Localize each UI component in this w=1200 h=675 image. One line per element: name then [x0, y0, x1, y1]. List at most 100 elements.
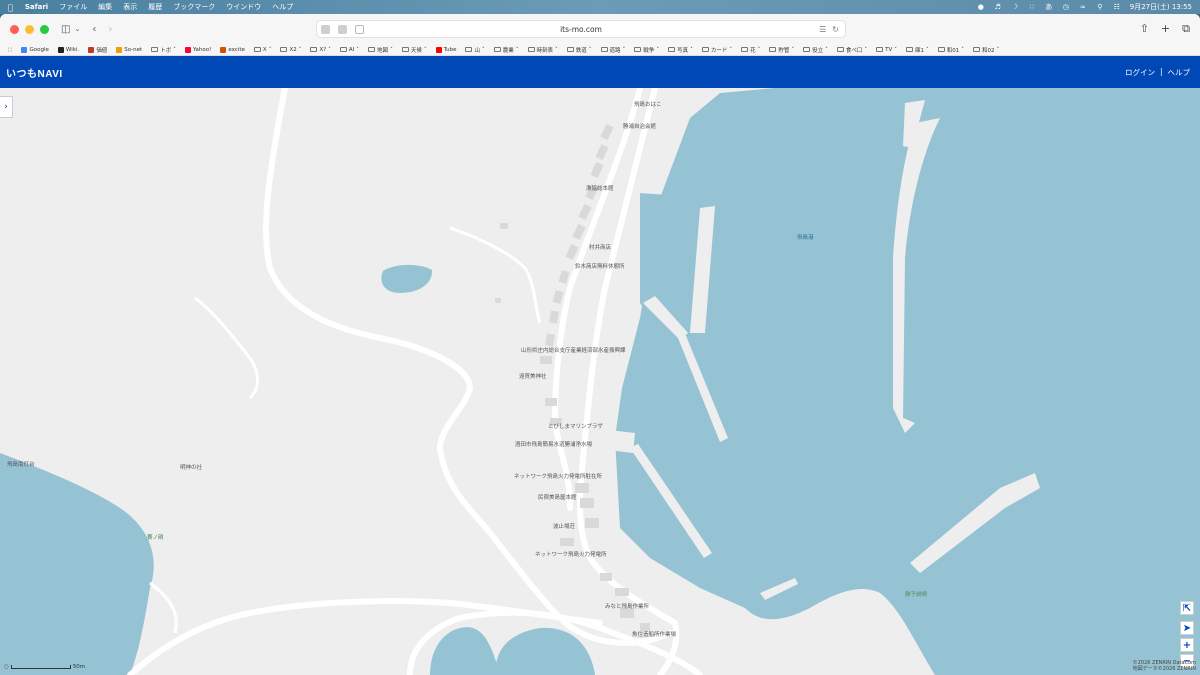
bookmark-item[interactable]: 庫1 ˅ — [906, 46, 929, 54]
bookmark-item[interactable]: X2 ˅ — [280, 47, 301, 53]
bookmark-item[interactable]: 価値 — [88, 46, 107, 54]
url-text[interactable]: its-mo.com — [560, 25, 602, 34]
bookmark-item[interactable]: Yahoo! — [184, 46, 211, 53]
menu-bookmarks[interactable]: ブックマーク — [173, 2, 215, 12]
map-label[interactable]: 飛島南灯台 — [7, 460, 35, 468]
bookmark-item[interactable]: 食べ口 ˅ — [836, 46, 867, 54]
bookmark-item[interactable]: Google — [21, 46, 49, 53]
map-label[interactable]: 鈴木商店無料休憩所 — [575, 262, 625, 270]
extension-icon[interactable] — [321, 24, 330, 34]
current-location-button[interactable]: ➤ — [1180, 621, 1194, 635]
map-label[interactable]: 鼓子前崎 — [905, 590, 927, 598]
clock-icon[interactable]: ◷ — [1062, 3, 1070, 11]
new-tab-icon[interactable]: + — [1161, 22, 1170, 36]
menu-safari[interactable]: Safari — [25, 3, 48, 11]
back-button[interactable]: ‹ — [92, 24, 96, 35]
bookmark-item[interactable]: トボ ˅ — [151, 46, 176, 54]
bookmark-item[interactable]: 農業 ˅ — [493, 46, 519, 54]
map-label[interactable]: 賽ノ磧 — [147, 533, 164, 541]
reload-icon[interactable]: ↻ — [832, 25, 839, 34]
bookmark-item[interactable]: excite — [220, 46, 245, 53]
bookmark-item[interactable]: 戦争 ˅ — [634, 46, 659, 54]
bookmark-item[interactable]: X ˅ — [253, 47, 271, 53]
bookmark-item[interactable]: So-net — [116, 46, 142, 53]
map-label[interactable]: 山形県庄内総合支庁産業経済部水産振興課 — [521, 346, 626, 354]
map-label[interactable]: とびしまマリンプラザ — [548, 422, 603, 430]
folder-icon — [668, 47, 676, 52]
bookmark-item[interactable]: 和01 ˅ — [937, 46, 965, 54]
bookmark-item[interactable]: TV ˅ — [876, 47, 897, 53]
map-label[interactable]: 勝浦自治会館 — [623, 122, 656, 130]
bookmark-item[interactable]: 花 ˅ — [741, 46, 760, 54]
menu-file[interactable]: ファイル — [59, 2, 87, 12]
menu-history[interactable]: 履歴 — [148, 2, 162, 12]
close-window-button[interactable] — [10, 24, 19, 34]
menubar-datetime[interactable]: 9月27日(土) 13:55 — [1130, 2, 1192, 12]
bookmark-item[interactable]: 道路 ˅ — [600, 46, 625, 54]
fullscreen-button[interactable]: ⇱ — [1180, 601, 1194, 615]
bookmark-item[interactable]: Wiki. — [57, 46, 79, 53]
address-bar[interactable]: its-mo.com ☰ ↻ — [316, 20, 846, 38]
map-label[interactable]: 明神の社 — [180, 463, 202, 471]
bookmark-item[interactable]: 天候 ˅ — [401, 46, 427, 54]
minimize-window-button[interactable] — [25, 24, 34, 34]
folder-icon — [310, 47, 318, 52]
bookmark-item[interactable]: 貯管 ˅ — [769, 46, 794, 54]
zoom-in-button[interactable]: + — [1180, 638, 1194, 652]
menu-window[interactable]: ウインドウ — [226, 2, 261, 12]
apple-menu-icon[interactable]:  — [8, 3, 13, 12]
map-canvas[interactable]: › 勝浦自治会館漁協総本館村井商店鈴木商店無料休憩所山形県庄内総合支庁産業経済部… — [0, 88, 1200, 675]
map-label[interactable]: 波止場荘 — [553, 522, 575, 530]
share-icon[interactable]: ⇧ — [1140, 22, 1149, 36]
bookmark-item[interactable]: X? ˅ — [310, 47, 331, 53]
translate-icon[interactable]: ☰ — [819, 25, 826, 34]
site-logo[interactable]: いつもNAVI — [6, 65, 63, 80]
map-label[interactable]: 遠賀美神社 — [519, 372, 547, 380]
help-link[interactable]: ヘルプ — [1168, 67, 1191, 78]
tab-overview-icon[interactable]: ⧉ — [1182, 22, 1190, 36]
wifi-icon[interactable]: ≈ — [1079, 3, 1087, 11]
bookmark-item[interactable]: Tube — [435, 46, 456, 53]
map-label[interactable]: 飛島港 — [797, 233, 814, 241]
sidebar-toggle-icon[interactable]: ◫ — [61, 24, 70, 35]
menu-view[interactable]: 表示 — [123, 2, 137, 12]
bookmark-item[interactable]: 鉄道 ˅ — [566, 46, 592, 54]
bookmark-item[interactable]: 役立 ˅ — [803, 46, 828, 54]
menu-edit[interactable]: 編集 — [98, 2, 112, 12]
bookmark-item[interactable]: 地図 ˅ — [368, 46, 393, 54]
map-label[interactable]: ネットワーク飛島火力発電所駐在所 — [514, 472, 602, 480]
moon-icon[interactable]: ☽ — [1011, 3, 1019, 11]
map-label[interactable]: 飛島おはこ — [634, 100, 662, 108]
map-label[interactable]: 魚住造船所作業場 — [632, 630, 676, 638]
extension-icon[interactable] — [338, 24, 347, 34]
reader-icon[interactable] — [355, 24, 364, 34]
bookmark-item[interactable]: 時刻表 ˅ — [527, 46, 558, 54]
chevron-down-icon: ˅ — [961, 46, 965, 53]
login-link[interactable]: ログイン — [1125, 67, 1155, 78]
map-label[interactable]: 村井商店 — [589, 243, 611, 251]
bookmark-item[interactable]: AI ˅ — [339, 47, 359, 53]
map-label[interactable]: 酒田市飛島簡易水道勝浦浄水場 — [515, 440, 592, 448]
headphones-icon[interactable]: ♬ — [994, 3, 1002, 11]
search-icon[interactable]: ⚲ — [1096, 3, 1104, 11]
bookmarks-grid-icon[interactable]: ∷ — [8, 46, 12, 54]
bluetooth-icon[interactable]: ∷ — [1028, 3, 1036, 11]
chevron-down-icon[interactable]: ⌄ — [74, 25, 80, 33]
map-label[interactable]: ネットワーク飛島火力発電所 — [535, 550, 607, 558]
map-label[interactable]: 漁協総本館 — [586, 184, 614, 192]
app-status-icon[interactable]: ● — [977, 3, 985, 11]
forward-button[interactable]: › — [108, 24, 112, 35]
bookmark-item[interactable]: 和02 ˅ — [973, 46, 999, 54]
bookmark-label: 道路 — [609, 47, 621, 54]
map-label[interactable]: 民宿美島屋本館 — [538, 493, 577, 501]
input-method-icon[interactable]: あ — [1045, 3, 1053, 11]
bookmark-item[interactable]: 写真 ˅ — [668, 46, 693, 54]
menu-help[interactable]: ヘルプ — [272, 2, 293, 12]
zoom-window-button[interactable] — [40, 24, 49, 34]
sidebar-expand-button[interactable]: › — [0, 96, 13, 118]
bookmark-item[interactable]: 山 ˅ — [465, 46, 485, 54]
chevron-down-icon: ˅ — [825, 46, 828, 53]
control-center-icon[interactable]: ☷ — [1113, 3, 1121, 11]
bookmark-item[interactable]: カード ˅ — [701, 46, 732, 54]
map-label[interactable]: みなと飛島作業所 — [605, 602, 649, 610]
